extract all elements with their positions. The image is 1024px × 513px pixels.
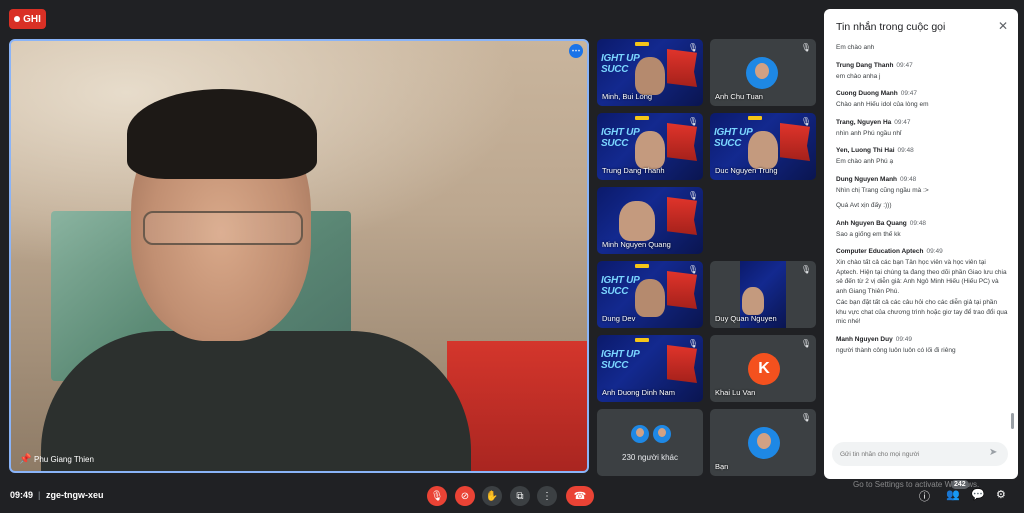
more-options-icon[interactable]: ⋯ <box>569 44 583 58</box>
chat-title: Tin nhắn trong cuộc gọi <box>836 21 946 33</box>
mic-off-icon: 🎙 <box>687 265 698 274</box>
participant-tile[interactable]: IGHT UP SUCC 🎙 Duc Nguyen Trung <box>710 113 816 180</box>
chat-message: Trang, Nguyen Ha 09:47 nhìn anh Phú ngầu … <box>836 118 911 137</box>
speaker-hair <box>127 89 317 179</box>
people-icon[interactable]: 👥 <box>946 488 960 501</box>
mic-off-icon: 🎙 <box>800 43 811 52</box>
leave-call-button[interactable]: ☎ <box>566 486 594 506</box>
participant-name: Duc Nguyen Trung <box>715 166 778 175</box>
participant-name: Dung Dev <box>602 314 636 323</box>
speaker-glasses <box>143 211 303 245</box>
participant-name: Khai Lu Van <box>715 388 756 397</box>
meeting-time: 09:49 <box>10 490 34 500</box>
chat-scrollbar[interactable] <box>1011 413 1014 429</box>
more-vert-icon: ⋮ <box>542 490 552 502</box>
others-tile[interactable]: 230 người khác <box>597 409 703 476</box>
others-count-label: 230 người khác <box>622 453 678 462</box>
speaker-name-label: 📌 Phu Giang Thien <box>19 454 94 465</box>
camera-toggle-button[interactable]: ⊘ <box>455 486 475 506</box>
participant-tile[interactable]: 🎙 Minh Nguyen Quang <box>597 187 703 254</box>
participant-tile[interactable]: 🎙 Anh Chu Tuan <box>710 39 816 106</box>
separator: | <box>38 490 41 500</box>
participant-tile[interactable]: 🎙 Duy Quan Nguyen <box>710 261 816 328</box>
people-count-badge: 242 <box>951 480 969 489</box>
participant-tile[interactable]: IGHT UP SUCC 🎙 Trung Dang Thanh <box>597 113 703 180</box>
hangup-icon: ☎ <box>573 490 587 502</box>
raise-hand-button[interactable]: ✋ <box>482 486 502 506</box>
chat-message: Em chào anh <box>836 44 875 51</box>
chat-message: Yen, Luong Thi Hai 09:48 Em chào anh Phú … <box>836 147 914 165</box>
present-screen-icon: ⧉ <box>516 490 524 502</box>
participant-name: Duy Quan Nguyen <box>715 314 777 323</box>
participant-name: Bạn <box>715 462 729 471</box>
participant-name: Anh Chu Tuan <box>715 92 763 101</box>
mic-off-icon: 🎙 <box>687 191 698 200</box>
avatar <box>748 427 780 459</box>
close-icon[interactable]: ✕ <box>998 19 1008 33</box>
chat-message: Manh Nguyen Duy 09:49 người thành công lu… <box>836 335 956 354</box>
camera-off-icon: ⊘ <box>460 490 470 502</box>
participant-name: Minh, Bui Long <box>602 92 653 101</box>
self-tile[interactable]: 🎙 Bạn <box>710 409 816 476</box>
chat-message: Computer Education Aptech 09:49 Xin chào … <box>836 248 1008 325</box>
speaker-name: Phu Giang Thien <box>34 455 94 464</box>
more-options-button[interactable]: ⋮ <box>537 486 557 506</box>
meeting-info-icon[interactable]: ⓘ <box>919 488 930 504</box>
send-icon[interactable]: ➤ <box>989 447 997 458</box>
present-button[interactable]: ⧉ <box>510 486 530 506</box>
avatar <box>746 57 778 89</box>
pin-icon: 📌 <box>19 454 32 465</box>
chat-input[interactable] <box>832 442 1008 466</box>
mic-off-icon: 🎙 <box>687 339 698 348</box>
record-dot-icon <box>14 16 21 22</box>
chat-message: Dung Nguyen Manh 09:48 Nhìn chị Trang cũn… <box>836 175 929 210</box>
chat-panel: Tin nhắn trong cuộc gọi ✕ Em chào anh Tr… <box>824 9 1018 479</box>
meeting-code: zge-tngw-xeu <box>46 490 104 500</box>
activities-icon[interactable]: ⚙ <box>996 488 1006 501</box>
main-speaker-video[interactable]: ⋯ 📌 Phu Giang Thien <box>9 39 589 473</box>
mic-off-icon: 🎙 <box>800 117 811 126</box>
mic-off-icon: 🎙 <box>430 490 444 502</box>
speaker-body <box>41 331 471 471</box>
chat-message: Trung Dang Thanh 09:47 em chào anha j <box>836 61 913 80</box>
mic-toggle-button[interactable]: 🎙 <box>427 486 447 506</box>
recording-badge: GHI <box>9 9 46 29</box>
chat-message: Anh Nguyen Ba Quang 09:48 Sao a giống em … <box>836 219 927 238</box>
chat-messages[interactable]: Em chào anh Trung Dang Thanh 09:47 em chà… <box>836 43 1008 423</box>
avatar: K <box>748 353 780 385</box>
mic-off-icon: 🎙 <box>800 339 811 348</box>
others-avatars <box>631 425 671 443</box>
hand-icon: ✋ <box>485 490 499 502</box>
participant-tile[interactable]: K 🎙 Khai Lu Van <box>710 335 816 402</box>
mic-off-icon: 🎙 <box>687 43 698 52</box>
chat-message: Cuong Duong Manh 09:47 Chào anh Hiếu idol… <box>836 90 929 108</box>
participant-tile[interactable]: IGHT UP SUCC 🎙 Anh Duong Dinh Nam <box>597 335 703 402</box>
participant-tile[interactable]: IGHT UP SUCC 🎙 Dung Dev <box>597 261 703 328</box>
bottom-control-bar: 09:49 | zge-tngw-xeu 🎙 ⊘ ✋ ⧉ ⋮ ☎ ⓘ 👥 242… <box>0 480 1024 513</box>
participant-name: Minh Nguyen Quang <box>602 240 671 249</box>
chat-icon[interactable]: 💬 <box>971 488 985 501</box>
participant-tile[interactable]: IGHT UP SUCC 🎙 Minh, Bui Long <box>597 39 703 106</box>
recording-label: GHI <box>23 13 41 25</box>
mic-off-icon: 🎙 <box>687 117 698 126</box>
participant-name: Anh Duong Dinh Nam <box>602 388 675 397</box>
mic-off-icon: 🎙 <box>800 413 811 422</box>
mic-off-icon: 🎙 <box>800 265 811 274</box>
participant-name: Trung Dang Thanh <box>602 166 665 175</box>
